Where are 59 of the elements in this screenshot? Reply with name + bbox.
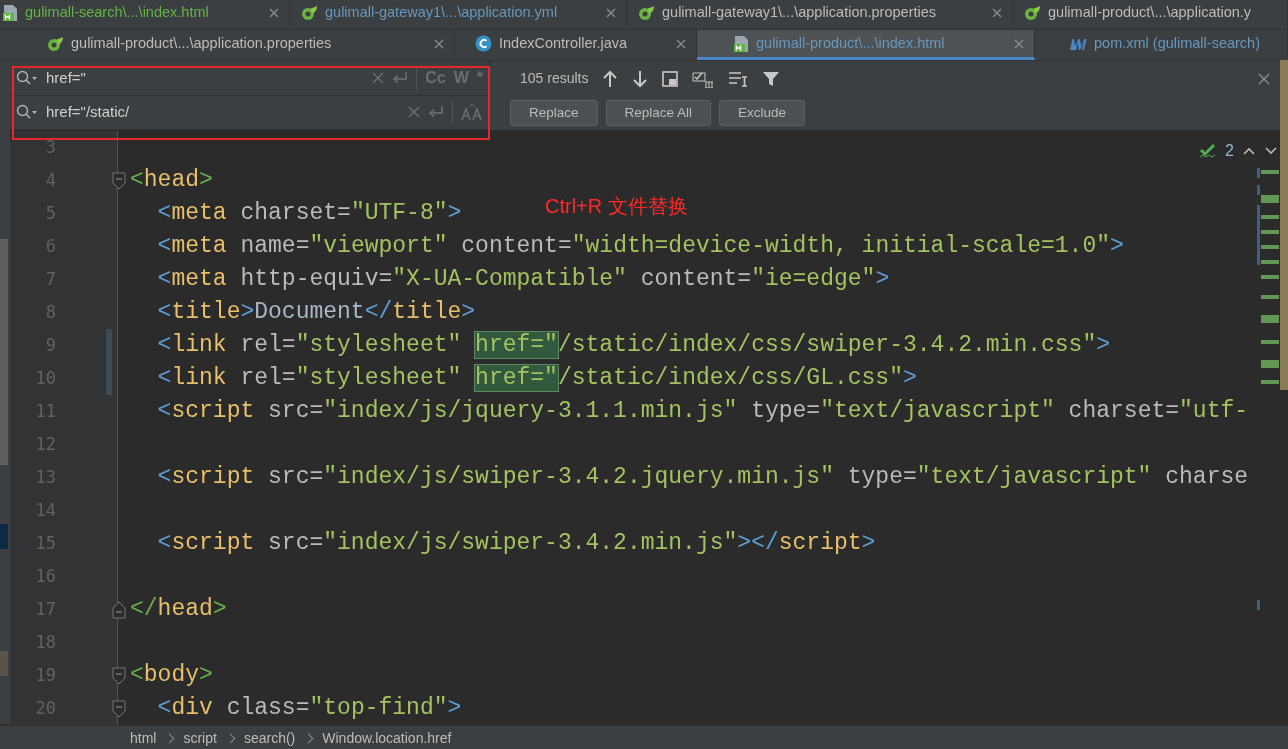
check-icon — [1199, 143, 1218, 159]
close-icon[interactable] — [676, 38, 686, 49]
fold-icon[interactable] — [112, 699, 126, 718]
code-line: <div class="top-find"> — [156, 694, 462, 724]
breadcrumb-item[interactable]: script — [183, 727, 217, 749]
code-line: <meta name="viewport" content="width=device-width, initial-scale=1.0"> — [156, 232, 1124, 262]
code-line: <meta charset="UTF-8"> — [156, 199, 462, 229]
up-arrow-icon[interactable] — [602, 69, 619, 88]
code-line: <link rel="stylesheet" href="/static/index/css/GL.css"> — [156, 364, 917, 394]
leaf-gear-icon — [46, 34, 64, 53]
clear-icon[interactable] — [372, 71, 385, 84]
leaf-gear-icon — [300, 4, 318, 22]
results-count: 105 results — [520, 69, 589, 89]
close-icon[interactable] — [269, 8, 279, 18]
window-icon[interactable] — [662, 70, 679, 87]
leaf-gear-icon — [1023, 4, 1041, 22]
m-letter-icon — [1069, 36, 1087, 51]
breadcrumb-item[interactable]: html — [130, 727, 157, 749]
filter-icon[interactable] — [762, 70, 781, 87]
code-line: <script src="index/js/swiper-3.4.2.jquery.min.js" type="text/javascript" charse — [156, 463, 1249, 493]
new-line-icon[interactable] — [428, 105, 444, 120]
close-icon[interactable] — [992, 8, 1002, 18]
editor-tab[interactable]: gulimall-search\...\index.html — [0, 0, 290, 29]
code-line: <body> — [130, 661, 213, 691]
checklist-icon[interactable] — [692, 69, 715, 88]
annotation-text: Ctrl+R 文件替换 — [545, 194, 688, 219]
code-line: <link rel="stylesheet" href="/static/index/css/swiper-3.4.2.min.css"> — [156, 331, 1111, 361]
new-line-icon[interactable] — [392, 70, 409, 85]
down-chevron-icon[interactable] — [1264, 146, 1278, 156]
preserve-case-icon[interactable] — [461, 102, 483, 123]
code-line: <meta http-equiv="X-UA-Compatible" content="ie=edge"> — [156, 265, 890, 295]
code-line: <title>Document</title> — [156, 298, 476, 328]
problem-count: 2 — [1225, 141, 1234, 161]
search-icon[interactable] — [16, 104, 38, 121]
code-line: <head> — [130, 166, 213, 196]
close-icon[interactable] — [1014, 38, 1024, 49]
multiline-icon[interactable] — [728, 70, 749, 87]
search-icon[interactable] — [16, 69, 38, 86]
code-line: <script src="index/js/jquery-3.1.1.min.js" type="text/javascript" charset="utf- — [156, 397, 1249, 427]
replace-button[interactable]: Exclude — [719, 100, 806, 127]
down-arrow-icon[interactable] — [632, 69, 649, 88]
replace-button[interactable]: Replace — [510, 100, 598, 127]
close-icon[interactable] — [434, 38, 444, 49]
fold-icon[interactable] — [112, 666, 126, 685]
html-file-icon — [2, 4, 18, 22]
class-c-icon — [475, 35, 492, 52]
replace-field[interactable]: href="/static/ — [10, 95, 489, 130]
code-line: <script src="index/js/swiper-3.4.2.min.js"></script> — [156, 529, 876, 559]
close-icon[interactable] — [606, 8, 616, 18]
fold-icon[interactable] — [112, 171, 126, 190]
breadcrumb-item[interactable]: search() — [243, 727, 296, 749]
html-file-icon — [733, 34, 749, 53]
leaf-gear-icon — [637, 4, 655, 22]
close-icon[interactable] — [1258, 72, 1270, 85]
code-line: </head> — [130, 595, 227, 625]
clear-icon[interactable] — [408, 106, 420, 119]
breadcrumb-item[interactable]: Window.location.href — [322, 727, 452, 749]
replace-button[interactable]: Replace All — [605, 100, 712, 127]
up-chevron-icon[interactable] — [1242, 146, 1256, 156]
